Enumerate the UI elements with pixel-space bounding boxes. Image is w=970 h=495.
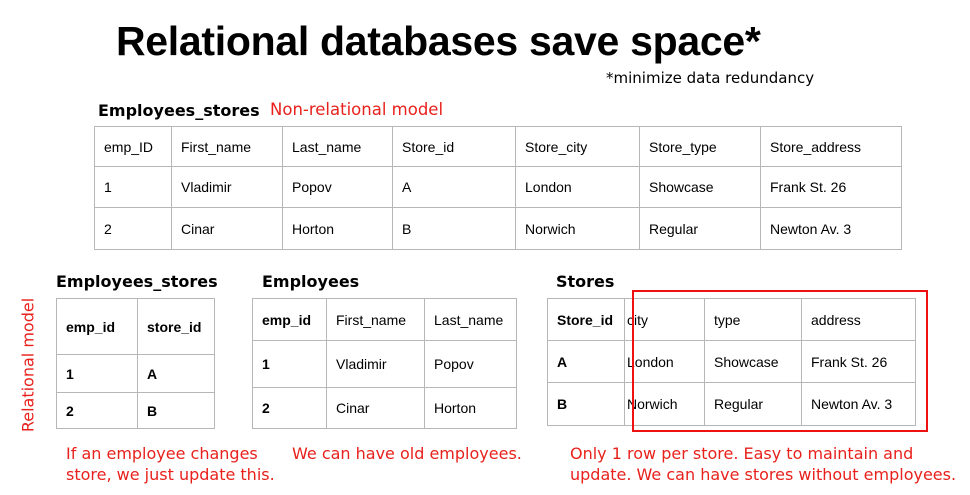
header-cell: store_id	[137, 298, 215, 355]
stores-note: Only 1 row per store. Easy to maintain a…	[570, 444, 957, 484]
employees-table-name: Employees	[262, 272, 360, 291]
table-cell: 1	[252, 340, 327, 388]
table-cell: Newton Av. 3	[760, 207, 902, 250]
table-row: 1 Vladimir Popov A London Showcase Frank…	[94, 166, 902, 208]
non-relational-table: emp_ID First_name Last_name Store_id Sto…	[94, 126, 902, 250]
table-cell: Popov	[424, 340, 517, 388]
table-header-row: emp_id store_id	[56, 298, 215, 355]
header-cell: First_name	[326, 298, 425, 341]
header-cell: Store_id	[392, 126, 516, 167]
table-cell: Vladimir	[171, 166, 283, 208]
table-cell: 1	[56, 354, 138, 393]
table-cell: Cinar	[326, 387, 425, 429]
table-header-row: emp_ID First_name Last_name Store_id Sto…	[94, 126, 902, 167]
table-cell: 1	[94, 166, 172, 208]
header-cell: Store_city	[515, 126, 640, 167]
table-cell: Cinar	[171, 207, 283, 250]
header-cell: Last_name	[424, 298, 517, 341]
table-header-row: emp_id First_name Last_name	[252, 298, 517, 341]
table-cell: 2	[94, 207, 172, 250]
table-cell: B	[137, 392, 215, 429]
table-cell: Popov	[282, 166, 393, 208]
header-cell: emp_id	[252, 298, 327, 341]
table-cell: B	[547, 382, 625, 426]
header-cell: emp_id	[56, 298, 138, 355]
table-cell: A	[392, 166, 516, 208]
highlight-box	[632, 290, 928, 432]
table-cell: 2	[56, 392, 138, 429]
header-cell: First_name	[171, 126, 283, 167]
table-cell: Horton	[282, 207, 393, 250]
table-cell: Showcase	[639, 166, 761, 208]
employees-note: We can have old employees.	[292, 444, 522, 463]
table-row: 1 A	[56, 354, 215, 393]
footnote: *minimize data redundancy	[606, 69, 815, 87]
slide-title: Relational databases save space*	[116, 18, 761, 64]
table-cell: Vladimir	[326, 340, 425, 388]
table-row: 2 B	[56, 392, 215, 429]
table-cell: B	[392, 207, 516, 250]
header-cell: Store_type	[639, 126, 761, 167]
table-cell: Regular	[639, 207, 761, 250]
header-cell: Store_address	[760, 126, 902, 167]
employees-table: emp_id First_name Last_name 1 Vladimir P…	[252, 298, 517, 429]
table-row: 1 Vladimir Popov	[252, 340, 517, 388]
stores-table-name: Stores	[556, 272, 615, 291]
non-relational-label: Non-relational model	[270, 100, 444, 119]
table-cell: Frank St. 26	[760, 166, 902, 208]
relational-model-label: Relational model	[18, 297, 38, 433]
table-row: 2 Cinar Horton	[252, 387, 517, 429]
header-cell: Last_name	[282, 126, 393, 167]
table-row: 2 Cinar Horton B Norwich Regular Newton …	[94, 207, 902, 250]
top-table-name: Employees_stores	[98, 101, 260, 120]
emp-stores-table: emp_id store_id 1 A 2 B	[56, 298, 215, 429]
table-cell: Norwich	[515, 207, 640, 250]
table-cell: A	[547, 340, 625, 383]
table-cell: Horton	[424, 387, 517, 429]
table-cell: A	[137, 354, 215, 393]
header-cell: Store_id	[547, 298, 625, 341]
table-cell: London	[515, 166, 640, 208]
table-cell: 2	[252, 387, 327, 429]
header-cell: emp_ID	[94, 126, 172, 167]
emp-stores-note: If an employee changes store, we just up…	[66, 444, 275, 484]
emp-stores-table-name: Employees_stores	[56, 272, 218, 291]
